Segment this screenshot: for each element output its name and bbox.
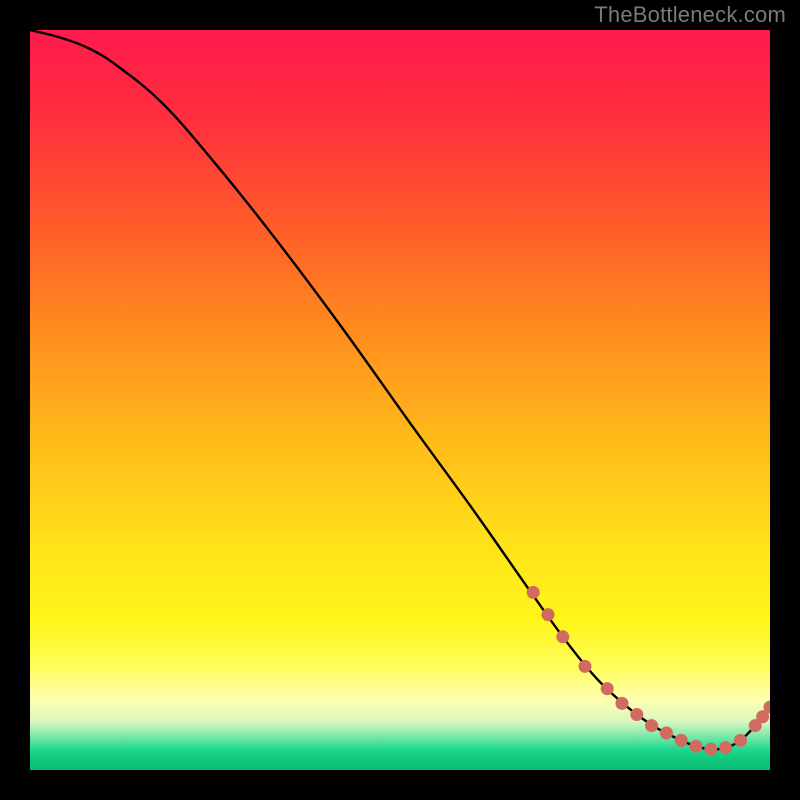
chart-container: TheBottleneck.com: [0, 0, 800, 800]
marker-dot: [630, 708, 643, 721]
bottleneck-chart: [30, 30, 770, 770]
marker-dot: [556, 630, 569, 643]
marker-dot: [616, 697, 629, 710]
marker-dot: [542, 608, 555, 621]
marker-dot: [601, 682, 614, 695]
gradient-background: [30, 30, 770, 770]
marker-dot: [675, 734, 688, 747]
marker-dot: [704, 743, 717, 756]
plot-area: [30, 30, 770, 770]
marker-dot: [719, 741, 732, 754]
marker-dot: [579, 660, 592, 673]
marker-dot: [734, 734, 747, 747]
marker-dot: [645, 719, 658, 732]
marker-dot: [660, 727, 673, 740]
marker-dot: [527, 586, 540, 599]
attribution-text: TheBottleneck.com: [594, 2, 786, 28]
marker-dot: [690, 740, 703, 753]
